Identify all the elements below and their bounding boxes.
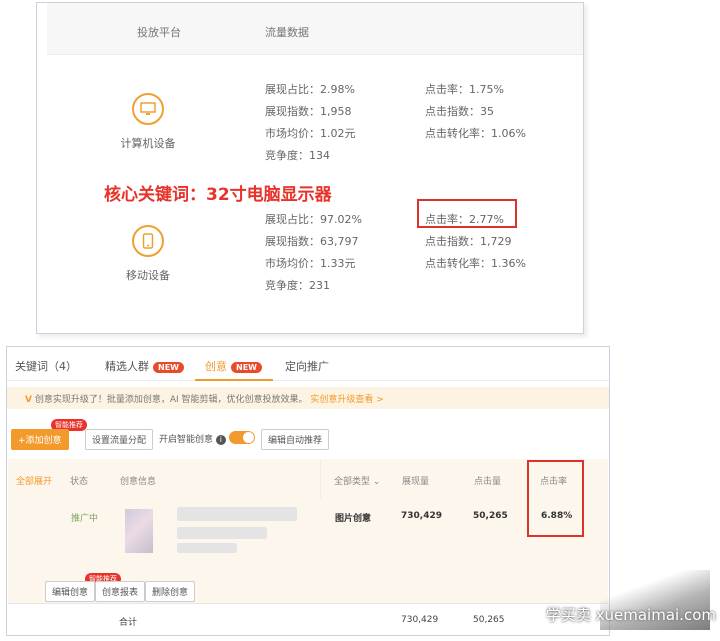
platform-header: 投放平台 bbox=[137, 26, 181, 39]
stat-conversion: 点击转化率：1.36% bbox=[425, 257, 526, 270]
stat-impression-index: 展现指数：63,797 bbox=[265, 235, 359, 248]
table-row bbox=[8, 499, 608, 569]
add-creative-button[interactable]: +添加创意 bbox=[11, 429, 69, 450]
stat-conversion: 点击转化率：1.06% bbox=[425, 127, 526, 140]
header-clicks: 点击量 bbox=[474, 477, 502, 487]
row-clicks: 50,265 bbox=[473, 511, 508, 521]
device-desktop: 计算机设备 bbox=[108, 93, 188, 151]
active-tab-indicator bbox=[195, 379, 273, 381]
traffic-header: 流量数据 bbox=[265, 26, 309, 39]
smart-creative-toggle[interactable] bbox=[229, 431, 255, 444]
stat-impression-index: 展现指数：1,958 bbox=[265, 105, 352, 118]
row-status: 推广中 bbox=[71, 514, 99, 524]
creative-thumbnail[interactable] bbox=[125, 509, 153, 553]
monitor-icon bbox=[132, 93, 164, 125]
edit-creative-button[interactable]: 编辑创意 bbox=[45, 581, 96, 602]
new-badge: NEW bbox=[153, 361, 184, 373]
highlight-box-ctr-column bbox=[527, 460, 584, 537]
chevron-down-icon: ⌄ bbox=[372, 477, 381, 487]
info-icon[interactable]: i bbox=[215, 434, 226, 445]
stat-competition: 竞争度：134 bbox=[265, 149, 330, 162]
new-badge: NEW bbox=[231, 361, 262, 373]
header-status: 状态 bbox=[70, 477, 89, 487]
watermark: 学买卖 xuemaimai.com bbox=[545, 606, 716, 624]
auto-recommend-button[interactable]: 编辑自动推荐 bbox=[261, 429, 330, 450]
device-mobile: 移动设备 bbox=[108, 225, 188, 283]
creative-report-button[interactable]: 创意报表 bbox=[95, 581, 146, 602]
row-type: 图片创意 bbox=[335, 514, 372, 524]
total-label: 合计 bbox=[119, 618, 138, 628]
header-type-filter[interactable]: 全部类型 ⌄ bbox=[334, 474, 380, 487]
stat-impression-share: 展现占比：97.02% bbox=[265, 213, 362, 226]
stat-click-index: 点击指数：1,729 bbox=[425, 235, 512, 248]
total-impressions: 730,429 bbox=[401, 615, 439, 625]
header-impressions: 展现量 bbox=[402, 477, 430, 487]
stat-ctr: 点击率：1.75% bbox=[425, 83, 504, 96]
creative-panel: 关键词（4） 精选人群 NEW 创意 NEW 定向推广 V 创意实现升级了！批量添加… bbox=[6, 346, 610, 636]
blurred-creative-detail bbox=[177, 527, 267, 539]
notice-text: V 创意实现升级了！批量添加创意，AI 智能剪辑，优化创意投放效果。 实创意升级… bbox=[25, 395, 384, 405]
blurred-creative-detail bbox=[177, 543, 237, 553]
traffic-data-panel: 投放平台 流量数据 计算机设备 展现占比：2.98% 展现指数：1,958 市场… bbox=[36, 2, 584, 334]
stat-market-price: 市场均价：1.02元 bbox=[265, 127, 356, 140]
notice-bar: V 创意实现升级了！批量添加创意，AI 智能剪辑，优化创意投放效果。 实创意升级… bbox=[7, 387, 609, 409]
header-creative-info: 创意信息 bbox=[120, 477, 157, 487]
expand-all-toggle[interactable]: 全部展开 bbox=[16, 474, 52, 487]
stat-market-price: 市场均价：1.33元 bbox=[265, 257, 356, 270]
device-name: 计算机设备 bbox=[120, 137, 176, 150]
stat-competition: 竞争度：231 bbox=[265, 279, 330, 292]
blurred-creative-title bbox=[177, 507, 297, 521]
row-impressions: 730,429 bbox=[401, 511, 442, 521]
tab-creative[interactable]: 创意 NEW bbox=[205, 358, 262, 374]
phone-icon bbox=[132, 225, 164, 257]
tab-keywords[interactable]: 关键词（4） bbox=[15, 358, 77, 374]
traffic-allocation-button[interactable]: 设置流量分配 bbox=[85, 429, 154, 450]
tab-audience[interactable]: 精选人群 NEW bbox=[105, 358, 184, 374]
stat-click-index: 点击指数：35 bbox=[425, 105, 494, 118]
tab-targeting[interactable]: 定向推广 bbox=[285, 358, 329, 374]
table-header: 投放平台 流量数据 bbox=[47, 3, 583, 55]
total-clicks: 50,265 bbox=[473, 615, 505, 625]
device-name: 移动设备 bbox=[126, 269, 170, 282]
highlight-box-ctr bbox=[417, 199, 517, 228]
row-divider bbox=[8, 603, 608, 604]
delete-creative-button[interactable]: 删除创意 bbox=[145, 581, 196, 602]
table-header: 全部展开 状态 创意信息 全部类型 ⌄ 展现量 点击量 点击率 bbox=[8, 459, 608, 499]
notice-link[interactable]: 实创意升级查看 > bbox=[310, 395, 383, 405]
smart-creative-label: 开启智能创意 i bbox=[159, 432, 226, 445]
core-keyword-annotation: 核心关键词：32寸电脑显示器 bbox=[104, 185, 332, 205]
stat-impression-share: 展现占比：2.98% bbox=[265, 83, 355, 96]
tab-bar: 关键词（4） 精选人群 NEW 创意 NEW 定向推广 bbox=[7, 347, 609, 381]
